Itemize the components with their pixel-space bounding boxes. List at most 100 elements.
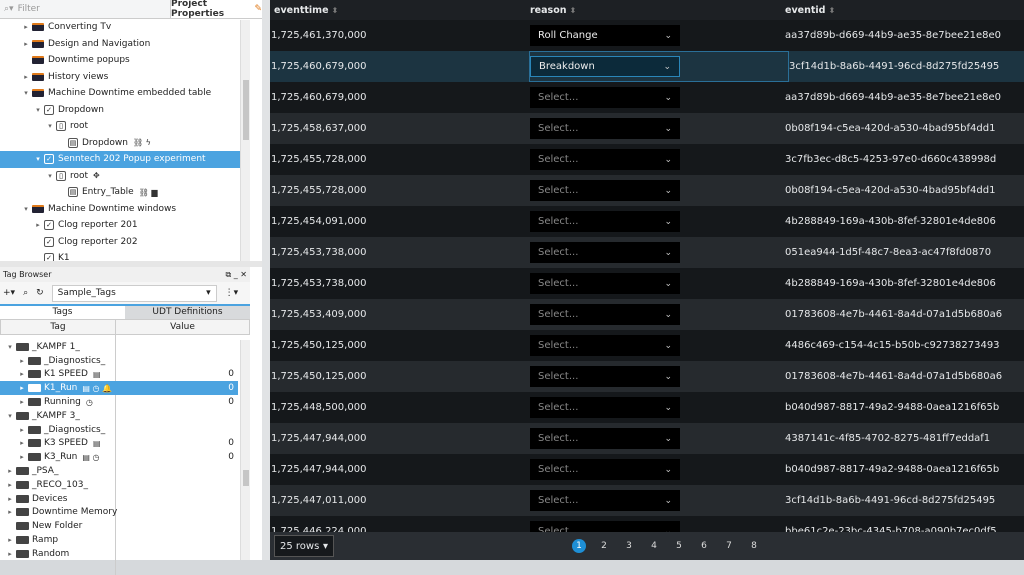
table-row[interactable]: 1,725,461,370,000 Roll Change ⌄ aa37d89b-d6…	[270, 20, 1024, 51]
reason-dropdown[interactable]: Select...⌄	[530, 242, 680, 263]
project-tree-item[interactable]: ▾ ▯ root ✥	[0, 168, 250, 185]
project-tree-item[interactable]: Downtime popups	[0, 52, 250, 69]
project-properties-button[interactable]: Project Properties ✎	[170, 0, 262, 19]
page-button[interactable]: 6	[697, 539, 711, 553]
project-tree-item[interactable]: ▸ History views	[0, 69, 250, 86]
refresh-icon[interactable]: ↻	[36, 288, 44, 298]
tag-tree-item[interactable]: ▸ Downtime Memory	[0, 506, 238, 520]
reason-dropdown[interactable]: Select...⌄	[530, 428, 680, 449]
reason-dropdown[interactable]: Select...⌄	[530, 180, 680, 201]
project-tree-item[interactable]: ▾ Machine Downtime embedded table	[0, 85, 250, 102]
tag-tree-item[interactable]: ▸ Running ◷ 0	[0, 395, 238, 409]
reason-dropdown[interactable]: Roll Change ⌄	[530, 25, 680, 46]
table-row[interactable]: 1,725,453,738,000 Select... ⌄ 4b288849-169a…	[270, 268, 1024, 299]
table-row[interactable]: 1,725,450,125,000 Select... ⌄ 01783608-4e7b…	[270, 361, 1024, 392]
search-icon[interactable]: ⌕	[23, 288, 28, 298]
table-row[interactable]: 1,725,460,679,000 Breakdown ⌄ 3cf14d1b-8a6b…	[270, 51, 1024, 82]
tag-tree-scrollbar[interactable]	[240, 340, 250, 560]
expand-toggle-icon[interactable]: ▾	[34, 106, 42, 114]
splitter-gutter[interactable]	[262, 0, 270, 560]
table-row[interactable]: 1,725,455,728,000 Select... ⌄ 0b08f194-c5ea…	[270, 175, 1024, 206]
tag-tree-item[interactable]: ▸ _RECO_103_	[0, 478, 238, 492]
column-reason[interactable]: reason ⬍	[530, 5, 785, 16]
column-value[interactable]: Value	[116, 320, 249, 334]
expand-toggle-icon[interactable]: ▾	[46, 172, 54, 180]
reason-dropdown[interactable]: Select...⌄	[530, 87, 680, 108]
reason-dropdown[interactable]: Select...⌄	[530, 490, 680, 511]
reason-dropdown[interactable]: Breakdown ⌄	[530, 56, 680, 77]
tag-tree-item[interactable]: ▸ K1_Run ▤ ◷ 🔔 0	[0, 381, 238, 396]
project-tree-item[interactable]: ▸ ✓ Clog reporter 201	[0, 217, 250, 234]
tag-tree-item[interactable]: New Folder	[0, 519, 238, 533]
expand-toggle-icon[interactable]: ▸	[22, 23, 30, 31]
tag-tree-item[interactable]: ▸ Random	[0, 547, 238, 561]
expand-toggle-icon[interactable]: ▸	[22, 40, 30, 48]
expand-toggle-icon[interactable]: ▸	[18, 453, 26, 461]
expand-toggle-icon[interactable]: ▾	[46, 122, 54, 130]
reason-dropdown[interactable]: Select...⌄	[530, 459, 680, 480]
tag-provider-select[interactable]: Sample_Tags ▾	[51, 284, 217, 302]
reason-dropdown[interactable]: Select...⌄	[530, 211, 680, 232]
page-button[interactable]: 4	[647, 539, 661, 553]
reason-dropdown[interactable]: Select...⌄	[530, 118, 680, 139]
table-row[interactable]: 1,725,447,944,000 Select... ⌄ b040d987-8817…	[270, 454, 1024, 485]
expand-toggle-icon[interactable]: ▸	[18, 426, 26, 434]
expand-toggle-icon[interactable]: ▸	[34, 221, 42, 229]
reason-dropdown[interactable]: Select...⌄	[530, 397, 680, 418]
page-button[interactable]: 7	[722, 539, 736, 553]
project-tree-item[interactable]: ✓ K1	[0, 250, 250, 261]
expand-toggle-icon[interactable]: ▸	[6, 481, 14, 489]
expand-toggle-icon[interactable]: ▸	[6, 536, 14, 544]
column-eventtime[interactable]: eventtime ⬍	[270, 5, 530, 16]
reason-dropdown[interactable]: Select...⌄	[530, 149, 680, 170]
reason-dropdown[interactable]: Select...⌄	[530, 335, 680, 356]
tag-tree-item[interactable]: ▾ _KAMPF 3_	[0, 409, 238, 423]
expand-toggle-icon[interactable]: ▾	[6, 343, 14, 351]
column-eventid[interactable]: eventid ⬍	[785, 5, 1024, 16]
expand-toggle-icon[interactable]: ▸	[22, 73, 30, 81]
expand-toggle-icon[interactable]: ▸	[6, 550, 14, 558]
expand-toggle-icon[interactable]: ▾	[22, 89, 30, 97]
expand-toggle-icon[interactable]: ▸	[18, 384, 26, 392]
table-row[interactable]: 1,725,450,125,000 Select... ⌄ 4486c469-c154…	[270, 330, 1024, 361]
project-tree-item[interactable]: ▾ ✓ Senntech 202 Popup experiment	[0, 151, 250, 168]
page-button[interactable]: 1	[572, 539, 586, 553]
project-tree-item[interactable]: ▸ Converting Tv	[0, 19, 250, 36]
page-size-select[interactable]: 25 rows ▾	[274, 535, 334, 557]
tag-tree-item[interactable]: ▸ K1 SPEED ▤ 0	[0, 368, 238, 382]
table-row[interactable]: 1,725,458,637,000 Select... ⌄ 0b08f194-c5ea…	[270, 113, 1024, 144]
project-tree-item[interactable]: ▸ Design and Navigation	[0, 36, 250, 53]
more-menu-icon[interactable]: ⋮▾	[225, 288, 239, 298]
table-row[interactable]: 1,725,447,944,000 Select... ⌄ 4387141c-4f85…	[270, 423, 1024, 454]
project-tree-item[interactable]: ▤ Dropdown ⛓ ϟ	[0, 135, 250, 152]
project-tree-item[interactable]: ▾ ▯ root	[0, 118, 250, 135]
project-tree-item[interactable]: ▾ Machine Downtime windows	[0, 201, 250, 218]
table-row[interactable]: 1,725,448,500,000 Select... ⌄ b040d987-8817…	[270, 392, 1024, 423]
expand-toggle-icon[interactable]: ▸	[18, 370, 26, 378]
table-row[interactable]: 1,725,453,738,000 Select... ⌄ 051ea944-1d5f…	[270, 237, 1024, 268]
expand-toggle-icon[interactable]: ▸	[6, 508, 14, 516]
tag-tree-item[interactable]: ▸ _Diagnostics_	[0, 423, 238, 437]
tag-tree-item[interactable]: ▸ Devices	[0, 492, 238, 506]
reason-dropdown[interactable]: Select...⌄	[530, 273, 680, 294]
expand-toggle-icon[interactable]: ▸	[6, 495, 14, 503]
tag-tree-item[interactable]: ▸ _PSA_	[0, 464, 238, 478]
tag-tree-item[interactable]: ▸ K3_Run ▤ ◷ 0	[0, 450, 238, 464]
expand-toggle-icon[interactable]: ▸	[18, 439, 26, 447]
add-icon[interactable]: +▾	[3, 288, 15, 298]
project-tree-item[interactable]: ▾ ✓ Dropdown	[0, 102, 250, 119]
column-tag[interactable]: Tag	[1, 320, 116, 334]
table-row[interactable]: 1,725,460,679,000 Select... ⌄ aa37d89b-d669…	[270, 82, 1024, 113]
expand-toggle-icon[interactable]: ▾	[6, 412, 14, 420]
table-row[interactable]: 1,725,453,409,000 Select... ⌄ 01783608-4e7b…	[270, 299, 1024, 330]
expand-toggle-icon[interactable]: ▾	[22, 205, 30, 213]
expand-toggle-icon[interactable]: ▾	[34, 155, 42, 163]
tag-tree-item[interactable]: ▸ K3 SPEED ▤ 0	[0, 437, 238, 451]
page-button[interactable]: 2	[597, 539, 611, 553]
tab-tags[interactable]: Tags	[0, 306, 125, 319]
project-tree-scrollbar[interactable]	[240, 20, 250, 261]
expand-toggle-icon[interactable]: ▸	[18, 398, 26, 406]
expand-toggle-icon[interactable]: ▸	[18, 357, 26, 365]
reason-dropdown[interactable]: Select...⌄	[530, 366, 680, 387]
page-button[interactable]: 5	[672, 539, 686, 553]
